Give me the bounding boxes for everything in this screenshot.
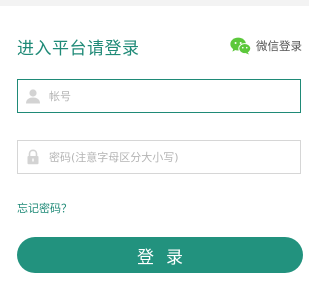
forgot-password-link[interactable]: 忘记密码？ — [17, 200, 72, 216]
user-icon — [26, 89, 40, 104]
wechat-login-link[interactable]: 微信登录 — [230, 36, 302, 56]
account-input[interactable] — [49, 84, 289, 108]
password-field[interactable] — [17, 140, 301, 174]
login-title: 进入平台请登录 — [17, 39, 140, 59]
account-field[interactable] — [17, 79, 301, 113]
wechat-icon — [230, 37, 251, 55]
login-button[interactable]: 登录 — [17, 237, 303, 273]
password-input[interactable] — [49, 145, 289, 169]
lock-icon — [27, 149, 39, 165]
top-strip — [0, 0, 309, 6]
wechat-login-label: 微信登录 — [256, 39, 302, 53]
